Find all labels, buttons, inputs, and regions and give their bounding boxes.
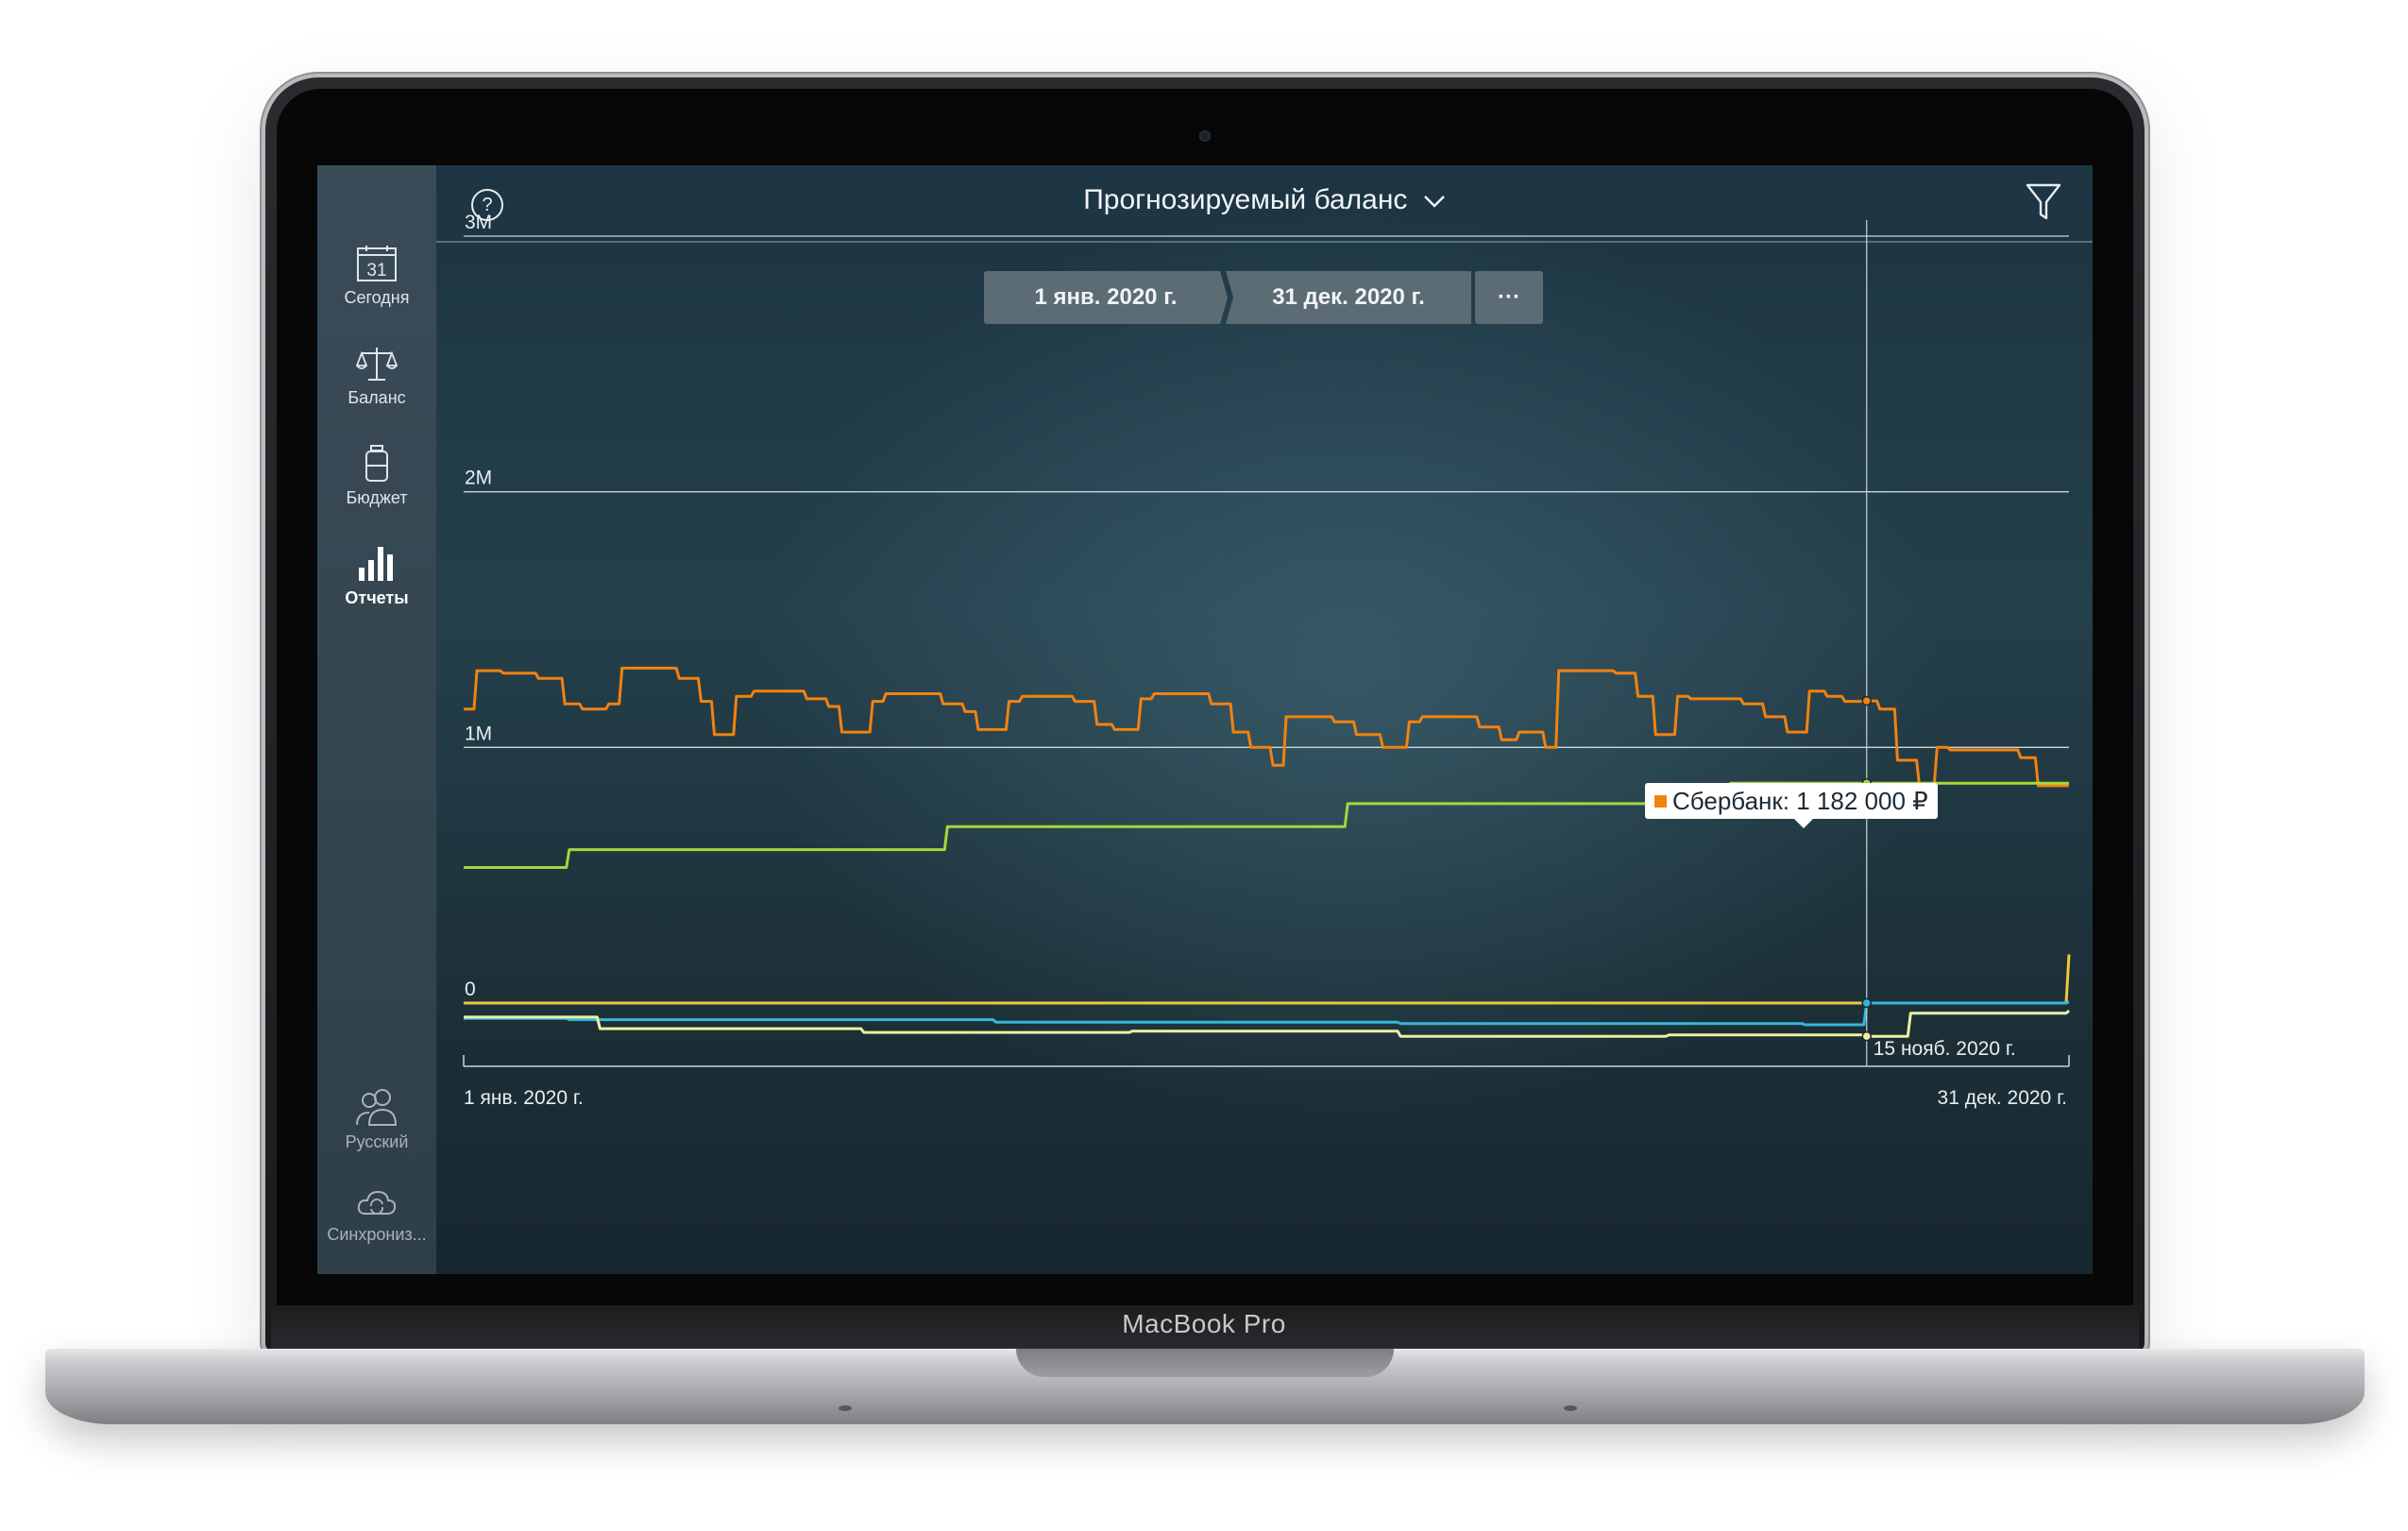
cloud-sync-icon bbox=[357, 1190, 397, 1215]
cursor-date-label: 15 нояб. 2020 г. bbox=[1874, 1038, 2016, 1060]
scales-icon bbox=[356, 348, 398, 381]
calendar-icon: 31 bbox=[357, 246, 397, 281]
sidebar-item-label: Бюджет bbox=[346, 488, 408, 507]
app-screen: 31 Сегодня Баланс Бюджет Отчеты Русский … bbox=[317, 165, 2093, 1274]
series-line-0 bbox=[464, 666, 2069, 788]
sidebar: 31 Сегодня Баланс Бюджет Отчеты Русский … bbox=[317, 165, 436, 1274]
sidebar-item-label: Синхрониз... bbox=[327, 1225, 427, 1244]
calendar-day-number: 31 bbox=[366, 261, 386, 281]
bar-chart-icon bbox=[359, 547, 393, 581]
sidebar-item-reports[interactable]: Отчеты bbox=[317, 541, 436, 608]
x-tick-label-start: 1 янв. 2020 г. bbox=[464, 1087, 584, 1109]
y-tick-label: 3M bbox=[465, 212, 492, 233]
laptop-foot bbox=[1564, 1405, 1577, 1411]
sidebar-item-label: Баланс bbox=[348, 388, 406, 407]
cursor-point bbox=[1861, 997, 1873, 1009]
balance-chart[interactable]: 3M 2M 1M 0 1 янв. 2020 г. 31 дек. 2020 г. 15 н… bbox=[436, 165, 2093, 1274]
jar-icon bbox=[365, 445, 388, 482]
y-tick-label: 2M bbox=[465, 468, 492, 489]
y-tick-label: 0 bbox=[465, 978, 476, 1000]
sidebar-item-label: Русский bbox=[345, 1132, 409, 1151]
cursor-point bbox=[1861, 695, 1873, 706]
sidebar-item-label: Сегодня bbox=[344, 288, 410, 307]
sidebar-item-balance[interactable]: Баланс bbox=[317, 345, 436, 408]
sidebar-item-label: Отчеты bbox=[345, 588, 409, 607]
sidebar-item-budget[interactable]: Бюджет bbox=[317, 445, 436, 508]
y-tick-label: 1M bbox=[465, 723, 492, 744]
laptop-opening-notch bbox=[1016, 1349, 1394, 1377]
cursor-point bbox=[1861, 1030, 1873, 1042]
sidebar-item-sync[interactable]: Синхрониз... bbox=[317, 1187, 436, 1245]
camera-icon bbox=[1199, 130, 1211, 142]
laptop-foot bbox=[839, 1405, 852, 1411]
chart-tooltip: Сбербанк: 1 182 000 ₽ bbox=[1645, 783, 1938, 828]
users-icon bbox=[356, 1089, 398, 1126]
device-brand: MacBook Pro bbox=[1122, 1309, 1286, 1338]
series-line-3 bbox=[464, 1000, 2070, 1027]
x-tick-label-end: 31 дек. 2020 г. bbox=[1938, 1087, 2067, 1109]
report-area: ? Прогнозируемый баланс 1 янв. 2020 г. 3… bbox=[436, 165, 2093, 1274]
sidebar-item-today[interactable]: 31 Сегодня bbox=[317, 245, 436, 308]
tooltip-text: Сбербанк: 1 182 000 ₽ bbox=[1672, 787, 1928, 815]
series-line-2 bbox=[464, 954, 2071, 1005]
sidebar-item-language[interactable]: Русский bbox=[317, 1087, 436, 1152]
series-swatch bbox=[1654, 795, 1667, 808]
